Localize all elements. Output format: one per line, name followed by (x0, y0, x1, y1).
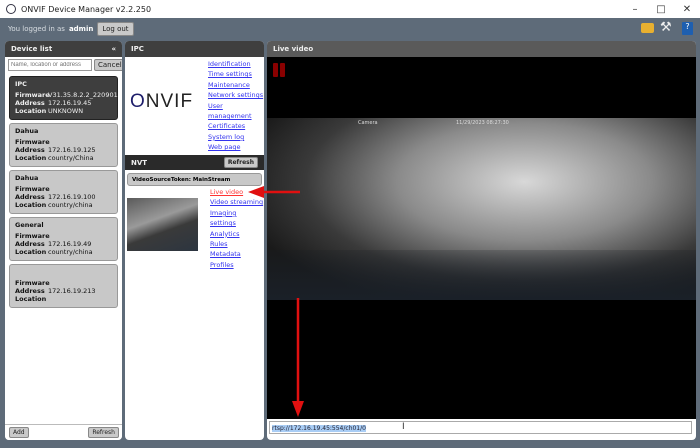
annotation-arrows (248, 186, 304, 417)
arrow-head-down-icon (292, 401, 304, 417)
arrow-head-left-icon (248, 186, 264, 198)
